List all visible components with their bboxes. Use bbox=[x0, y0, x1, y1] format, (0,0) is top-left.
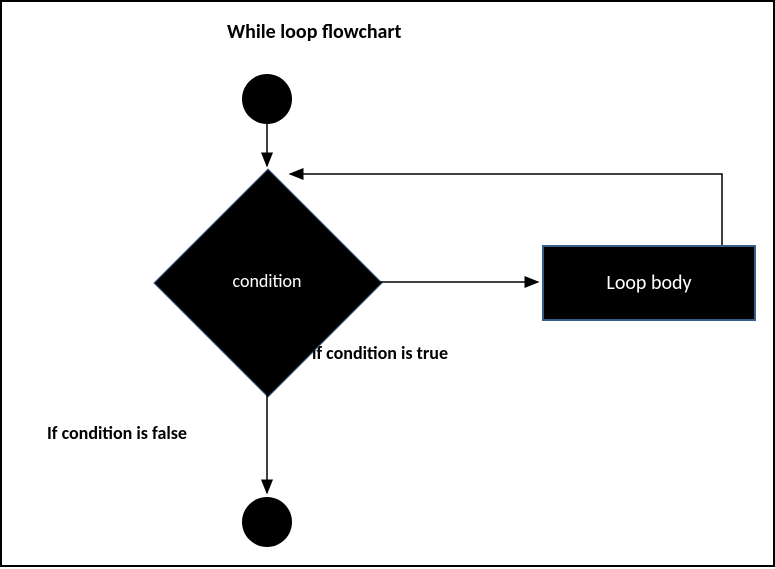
true-edge-label: if condition is true bbox=[312, 342, 448, 364]
loop-body-label: Loop body bbox=[606, 271, 691, 295]
start-node bbox=[242, 74, 292, 124]
end-node bbox=[242, 497, 292, 547]
arrow-body-to-condition bbox=[290, 174, 722, 245]
diagram-title: While loop flowchart bbox=[227, 20, 401, 44]
loop-body-node: Loop body bbox=[542, 245, 756, 321]
false-edge-label: If condition is false bbox=[47, 422, 187, 444]
flowchart-canvas: While loop flowchart condition Loop body… bbox=[0, 0, 775, 567]
condition-label: condition bbox=[226, 270, 308, 292]
